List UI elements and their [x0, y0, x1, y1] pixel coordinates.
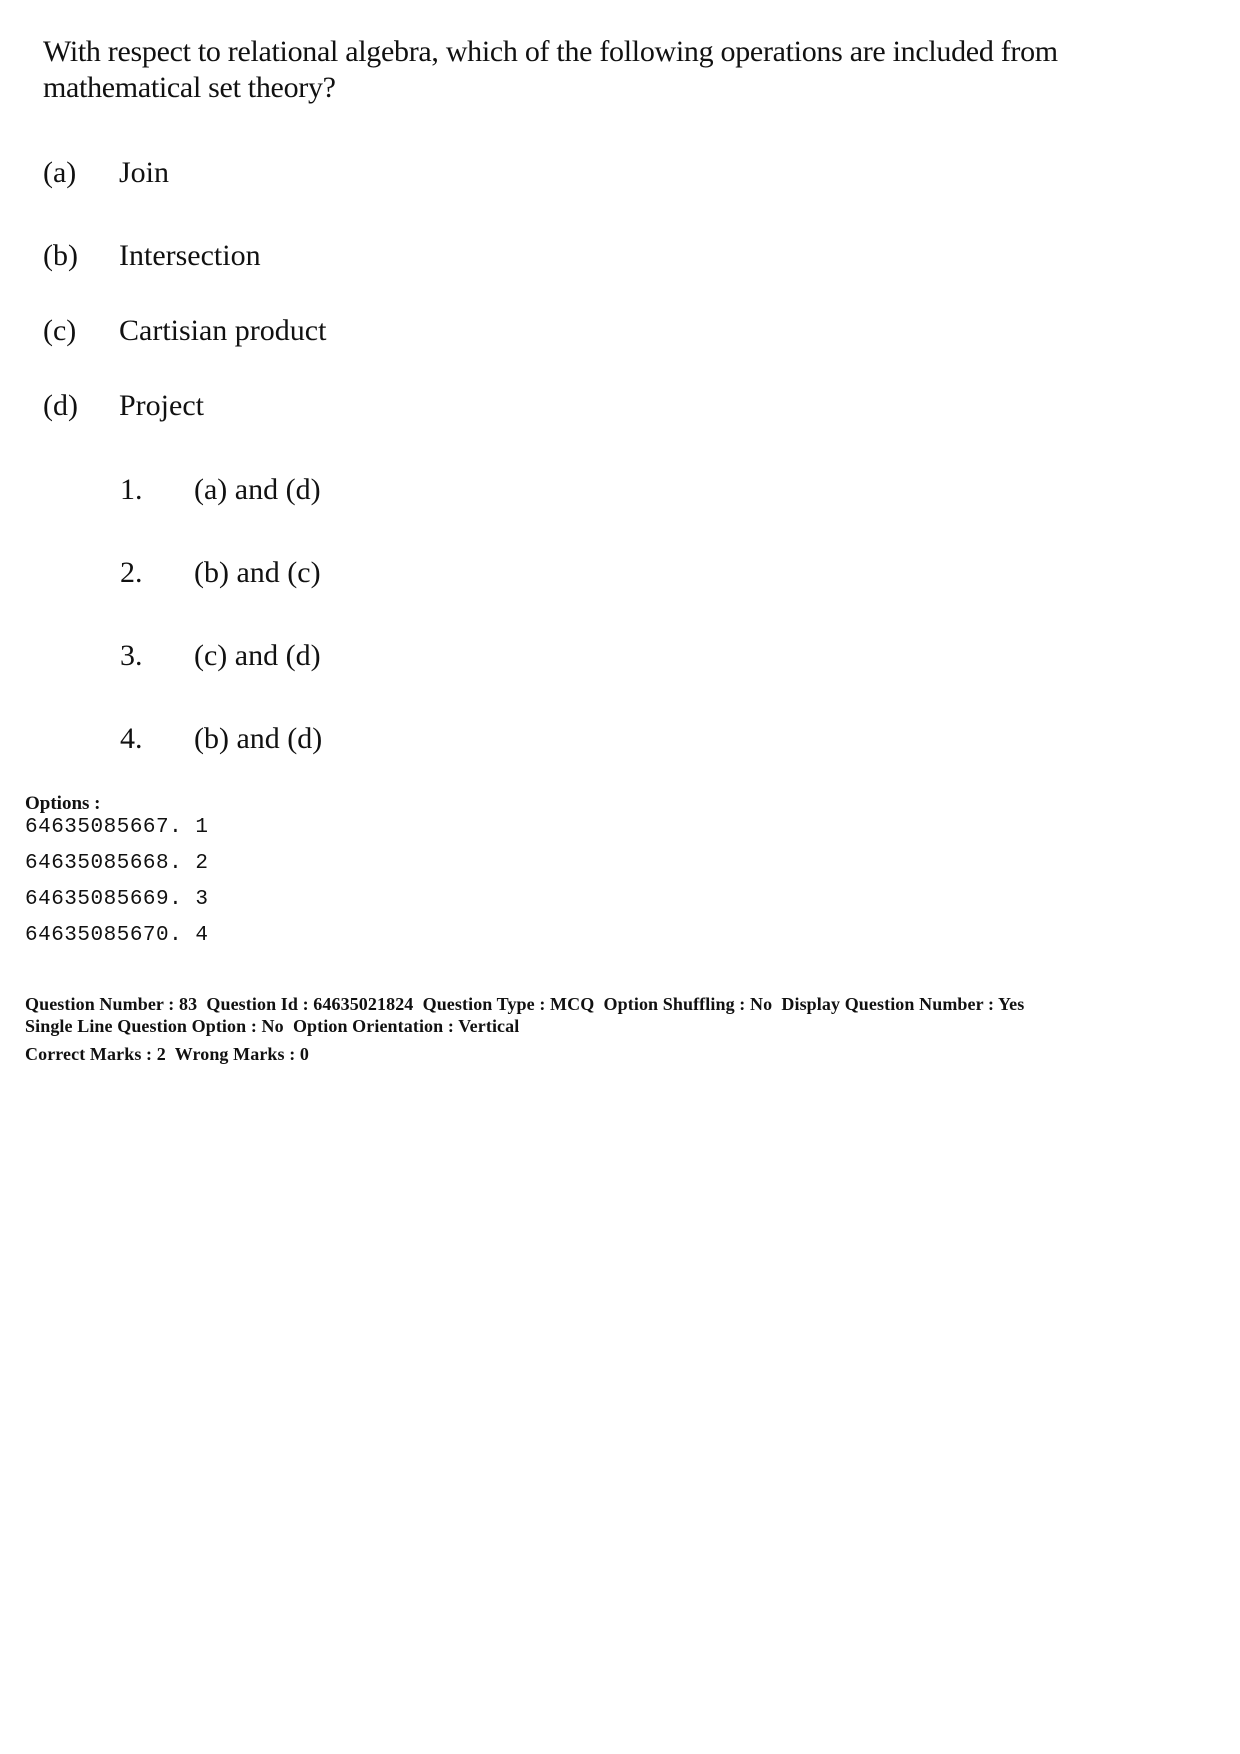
choice-text: (b) and (d)	[194, 722, 323, 755]
statement-label: (d)	[43, 389, 78, 422]
choice-number: 2.	[120, 556, 143, 589]
option-id-row: 64635085668. 2	[25, 852, 209, 875]
statement-text: Join	[119, 156, 170, 189]
question-text: With respect to relational algebra, whic…	[43, 35, 1058, 104]
statement-text: Cartisian product	[119, 314, 327, 347]
choice-text: (c) and (d)	[194, 639, 321, 672]
options-heading: Options :	[25, 793, 101, 814]
choice-number: 1.	[120, 473, 143, 506]
question-meta-line-2: Single Line Question Option : No Option …	[25, 1016, 520, 1036]
statement-label: (b)	[43, 239, 78, 272]
choice-number: 4.	[120, 722, 143, 755]
question-meta-line-1: Question Number : 83 Question Id : 64635…	[25, 994, 1025, 1014]
option-id-row: 64635085669. 3	[25, 888, 209, 911]
marks-line: Correct Marks : 2 Wrong Marks : 0	[25, 1044, 310, 1064]
option-id-row: 64635085667. 1	[25, 816, 209, 839]
statement-text: Project	[119, 389, 204, 422]
option-id-row: 64635085670. 4	[25, 924, 209, 947]
statement-text: Intersection	[119, 239, 261, 272]
statement-label: (c)	[43, 314, 77, 347]
statement-label: (a)	[43, 156, 77, 189]
choice-text: (b) and (c)	[194, 556, 321, 589]
choice-number: 3.	[120, 639, 143, 672]
choice-text: (a) and (d)	[194, 473, 321, 506]
